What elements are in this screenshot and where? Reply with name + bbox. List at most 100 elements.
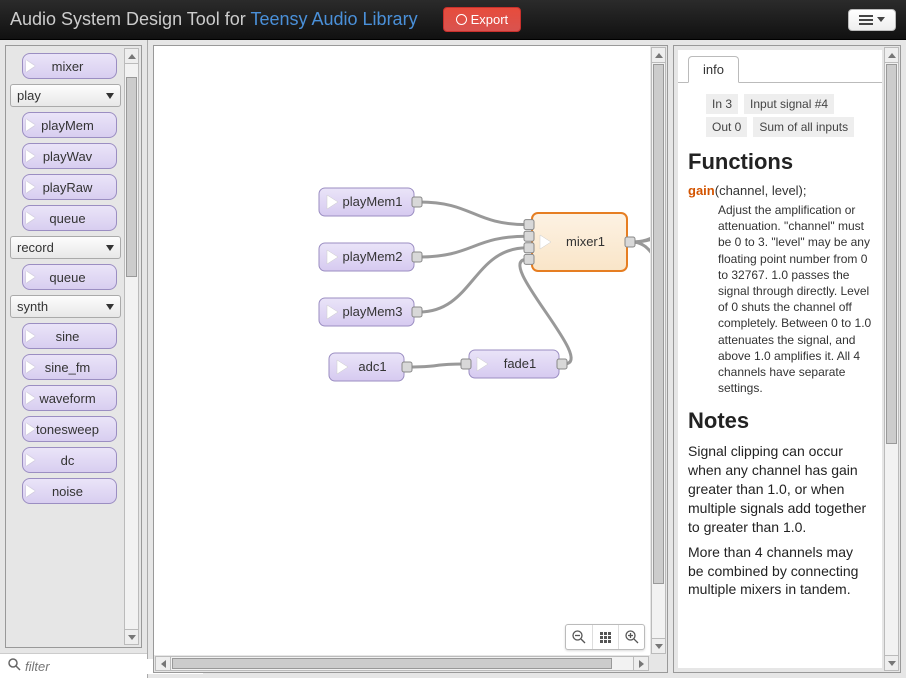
node-playMem1[interactable]: playMem1 [319,188,422,216]
tab-info[interactable]: info [688,56,739,83]
scroll-down-icon[interactable] [885,655,898,670]
header: Audio System Design Tool for Teensy Audi… [0,0,906,40]
node-playMem3[interactable]: playMem3 [319,298,422,326]
scroll-up-icon[interactable] [885,48,898,63]
port-out[interactable] [402,362,412,372]
category-play[interactable]: play [10,84,121,107]
node-arrow-icon [26,271,35,283]
port-in[interactable] [524,254,534,264]
palette-node-queue[interactable]: queue [22,205,117,231]
palette-node-sine_fm[interactable]: sine_fm [22,354,117,380]
node-arrow-icon [26,60,35,72]
scroll-down-icon[interactable] [652,638,665,653]
filter-box [0,653,147,678]
hamburger-icon [859,15,873,25]
wire[interactable] [419,236,527,257]
category-label: record [17,240,54,255]
node-arrow-icon [26,361,35,373]
wire[interactable] [409,364,464,367]
palette-node-label: dc [61,453,75,468]
port-in[interactable] [524,243,534,253]
palette-scrollbar[interactable] [124,48,139,645]
palette-node-playRaw[interactable]: playRaw [22,174,117,200]
palette-node-waveform[interactable]: waveform [22,385,117,411]
palette-node-label: playMem [41,118,94,133]
node-label: playMem1 [343,194,403,209]
category-label: play [17,88,41,103]
palette-node-label: tonesweep [36,422,99,437]
zoom-out-button[interactable] [566,625,592,649]
scrollbar-thumb[interactable] [886,64,897,444]
title-link[interactable]: Teensy Audio Library [250,9,417,29]
palette-node-sine[interactable]: sine [22,323,117,349]
export-label: Export [471,12,509,27]
wire[interactable] [419,202,527,225]
palette-node-noise[interactable]: noise [22,478,117,504]
zoom-reset-button[interactable] [592,625,618,649]
canvas-toolbar [565,624,645,650]
palette-node-label: waveform [39,391,95,406]
port-out[interactable] [412,307,422,317]
node-fade1[interactable]: fade1 [461,350,567,378]
palette-node-label: playWav [43,149,92,164]
scroll-up-icon[interactable] [652,48,665,63]
menu-button[interactable] [848,9,896,31]
palette-node-playWav[interactable]: playWav [22,143,117,169]
chevron-down-icon [106,245,114,251]
canvas[interactable]: playMem1playMem2playMem3adc1fade1mixer1i… [154,46,650,655]
node-playMem2[interactable]: playMem2 [319,243,422,271]
canvas-vscrollbar[interactable] [651,47,666,654]
port-out[interactable] [412,252,422,262]
scroll-right-icon[interactable] [633,657,648,670]
palette: mixer playplayMem playWav playRaw queue recor… [0,40,148,678]
scrollbar-thumb[interactable] [172,658,612,669]
port-out[interactable] [625,237,635,247]
palette-node-queue[interactable]: queue [22,264,117,290]
io-port: Out 0 [706,117,747,137]
category-synth[interactable]: synth [10,295,121,318]
scroll-down-icon[interactable] [125,629,138,644]
palette-node-dc[interactable]: dc [22,447,117,473]
canvas-hscrollbar[interactable] [155,656,649,671]
function-desc: Adjust the amplification or attenuation.… [718,202,872,396]
scroll-left-icon[interactable] [156,657,171,670]
export-button[interactable]: Export [443,7,522,32]
info-panel: info In 3 Input signal #4 Out 0Sum of all … [673,45,901,673]
io-row: Out 0Sum of all inputs [706,117,872,137]
node-label: mixer1 [566,234,605,249]
node-arrow-icon [26,485,35,497]
node-arrow-icon [26,212,35,224]
palette-node-label: mixer [52,59,84,74]
port-out[interactable] [412,197,422,207]
node-arrow-icon [26,330,35,342]
palette-node-tonesweep[interactable]: tonesweep [22,416,117,442]
node-arrow-icon [26,150,35,162]
io-port: In 3 [706,94,738,114]
canvas-wrap: playMem1playMem2playMem3adc1fade1mixer1i… [153,45,668,673]
palette-node-mixer[interactable]: mixer [22,53,117,79]
palette-node-playMem[interactable]: playMem [22,112,117,138]
info-scrollbar[interactable] [884,47,899,671]
category-record[interactable]: record [10,236,121,259]
node-arrow-icon [26,392,35,404]
port-in[interactable] [524,231,534,241]
node-label: playMem2 [343,249,403,264]
palette-node-label: queue [49,211,85,226]
wire[interactable] [520,259,571,364]
app-title: Audio System Design Tool for Teensy Audi… [10,9,418,30]
io-desc: Input signal #4 [744,94,834,114]
node-label: playMem3 [343,304,403,319]
port-out[interactable] [557,359,567,369]
scrollbar-thumb[interactable] [653,64,664,584]
scroll-up-icon[interactable] [125,49,138,64]
notes-paragraph: More than 4 channels may be combined by … [688,543,872,600]
port-in[interactable] [461,359,471,369]
zoom-in-button[interactable] [618,625,644,649]
node-label: fade1 [504,356,537,371]
node-adc1[interactable]: adc1 [329,353,412,381]
node-mixer1[interactable]: mixer1 [524,213,635,271]
scrollbar-thumb[interactable] [126,77,137,277]
port-in[interactable] [524,220,534,230]
search-icon [4,658,25,674]
wire[interactable] [632,242,650,313]
